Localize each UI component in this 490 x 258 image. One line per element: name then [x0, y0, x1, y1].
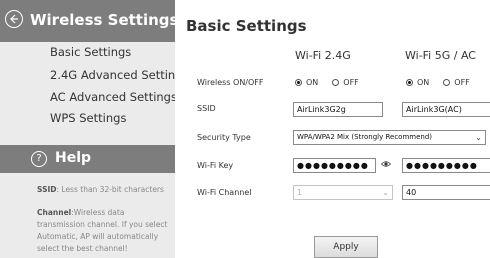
radio-group-wifi-24g: ON OFF: [295, 78, 373, 87]
channel-value-24g: 1: [297, 188, 303, 197]
label-wireless-onoff: Wireless ON/OFF: [197, 78, 264, 87]
chevron-down-icon: ⌄: [382, 188, 389, 197]
label-ssid: SSID: [197, 104, 216, 113]
help-ssid: SSID: Less than 32-bit characters: [37, 184, 164, 196]
wifi-key-input-5g[interactable]: ●●●●●●●●●: [402, 158, 490, 173]
security-type-value: WPA/WPA2 Mix (Strongly Recommend): [297, 133, 433, 141]
sidebar-title: Wireless Settings: [30, 11, 175, 29]
radio-off-5g[interactable]: [443, 79, 451, 86]
apply-button[interactable]: Apply: [314, 236, 378, 258]
chevron-down-icon: ⌄: [475, 133, 482, 142]
radio-on-label: ON: [306, 78, 319, 87]
label-security-type: Security Type: [197, 133, 251, 142]
menu-item-wps-settings[interactable]: WPS Settings: [50, 111, 126, 125]
help-channel-line: select the best channel!: [37, 244, 128, 253]
help-ssid-term: SSID: [37, 185, 57, 194]
label-wifi-channel: Wi-Fi Channel: [197, 188, 252, 197]
radio-off-24g[interactable]: [332, 79, 340, 86]
menu-item-basic-settings[interactable]: Basic Settings: [50, 45, 131, 59]
help-channel-line: transmission channel. If you select: [37, 220, 168, 229]
help-header: ? Help: [0, 145, 175, 173]
help-title: Help: [55, 150, 92, 166]
page-title: Basic Settings: [186, 17, 307, 35]
eye-icon[interactable]: [381, 160, 391, 168]
help-channel-line: Channel:Wireless data: [37, 207, 124, 219]
column-header-wifi-5g: Wi-Fi 5G / AC: [405, 49, 476, 62]
radio-on-24g[interactable]: [295, 79, 302, 86]
ssid-input-5g[interactable]: AirLink3G(AC): [402, 102, 490, 117]
channel-select-24g[interactable]: 1 ⌄: [293, 185, 393, 200]
help-icon: ?: [31, 151, 47, 167]
radio-off-label: OFF: [454, 78, 470, 87]
sidebar: Wireless Settings Basic Settings 2.4G Ad…: [0, 0, 175, 258]
menu-item-ac-advanced[interactable]: AC Advanced Settings: [50, 90, 175, 104]
radio-group-wifi-5g: ON OFF: [406, 78, 484, 87]
help-ssid-text: : Less than 32-bit characters: [56, 185, 164, 194]
help-channel-text: :Wireless data: [71, 208, 125, 217]
security-type-select[interactable]: WPA/WPA2 Mix (Strongly Recommend) ⌄: [293, 130, 486, 145]
ssid-input-24g[interactable]: AirLink3G2g: [293, 102, 383, 117]
back-arrow-icon[interactable]: [5, 10, 23, 28]
radio-on-label: ON: [417, 78, 430, 87]
radio-on-5g[interactable]: [406, 79, 413, 86]
channel-select-5g[interactable]: 40: [402, 185, 490, 200]
help-channel-line: Automatic, AP will automatically: [37, 232, 159, 241]
label-wifi-key: Wi-Fi Key: [197, 161, 234, 170]
radio-off-label: OFF: [343, 78, 359, 87]
wifi-key-input-24g[interactable]: ●●●●●●●●●: [293, 158, 376, 173]
help-channel-term: Channel: [37, 208, 72, 217]
menu-item-2g-advanced[interactable]: 2.4G Advanced Settings: [50, 68, 175, 82]
sidebar-header: Wireless Settings: [0, 0, 175, 42]
column-header-wifi-24g: Wi-Fi 2.4G: [295, 49, 351, 62]
